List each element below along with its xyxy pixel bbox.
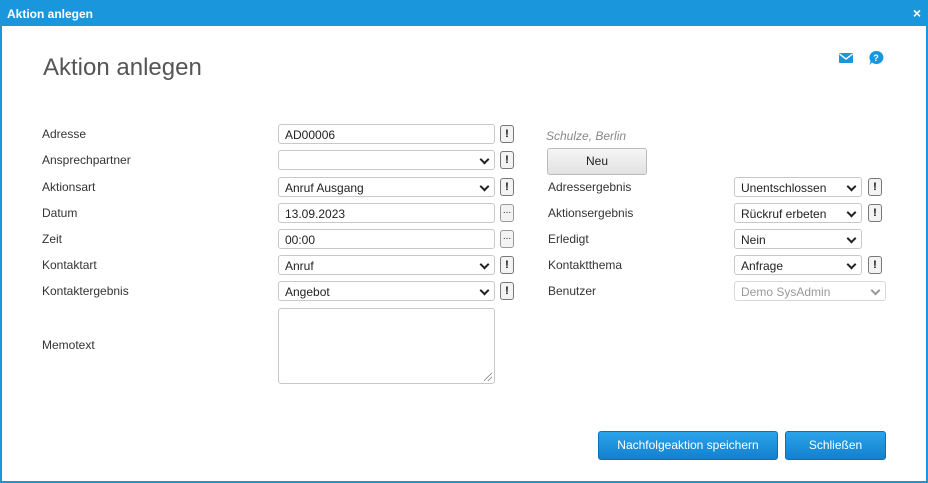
kontaktthema-select[interactable]: Anfrage: [734, 255, 862, 275]
adressergebnis-info-button[interactable]: !: [868, 178, 882, 196]
aktionsergebnis-info-button[interactable]: !: [868, 204, 882, 222]
aktionsart-info-button[interactable]: !: [500, 178, 514, 196]
neu-button[interactable]: Neu: [547, 148, 647, 175]
aktionsergebnis-label: Aktionsergebnis: [548, 206, 634, 220]
ansprechpartner-select[interactable]: [278, 150, 495, 170]
aktionsart-label: Aktionsart: [42, 180, 96, 194]
memotext-textarea[interactable]: [278, 308, 495, 384]
close-icon[interactable]: ×: [913, 6, 921, 20]
memotext-label: Memotext: [42, 338, 95, 352]
zeit-picker-button[interactable]: ...: [500, 230, 514, 248]
adresse-hint: Schulze, Berlin: [546, 129, 627, 143]
zeit-label: Zeit: [42, 232, 63, 246]
kontaktart-select[interactable]: Anruf: [278, 255, 495, 275]
adresse-info-button[interactable]: !: [500, 125, 514, 143]
adressergebnis-select[interactable]: Unentschlossen: [734, 177, 862, 197]
adresse-input[interactable]: AD00006: [278, 124, 495, 144]
resize-grip-icon[interactable]: [484, 373, 492, 381]
kontaktergebnis-label: Kontaktergebnis: [42, 284, 129, 298]
erledigt-label: Erledigt: [548, 232, 589, 246]
help-icon[interactable]: ?: [868, 50, 884, 66]
svg-text:?: ?: [873, 53, 879, 63]
datum-label: Datum: [42, 206, 78, 220]
kontaktthema-label: Kontaktthema: [548, 258, 623, 272]
kontaktergebnis-info-button[interactable]: !: [500, 282, 514, 300]
save-followup-button[interactable]: Nachfolgeaktion speichern: [598, 431, 778, 460]
title-bar: Aktion anlegen ×: [2, 2, 926, 26]
zeit-input[interactable]: 00:00: [278, 229, 495, 249]
kontaktergebnis-select[interactable]: Angebot: [278, 281, 495, 301]
kontaktart-info-button[interactable]: !: [500, 256, 514, 274]
mail-icon[interactable]: [838, 50, 854, 66]
aktionsergebnis-select[interactable]: Rückruf erbeten: [734, 203, 862, 223]
ansprechpartner-info-button[interactable]: !: [500, 151, 514, 169]
erledigt-select[interactable]: Nein: [734, 229, 862, 249]
datum-input[interactable]: 13.09.2023: [278, 203, 495, 223]
kontaktthema-info-button[interactable]: !: [868, 256, 882, 274]
aktionsart-select[interactable]: Anruf Ausgang: [278, 177, 495, 197]
adresse-label: Adresse: [42, 127, 87, 141]
benutzer-label: Benutzer: [548, 284, 597, 298]
ansprechpartner-label: Ansprechpartner: [42, 153, 131, 167]
benutzer-select: Demo SysAdmin: [734, 281, 886, 301]
window-title: Aktion anlegen: [7, 7, 94, 21]
dialog-window: Aktion anlegen × Aktion anlegen ? Adress…: [0, 0, 928, 483]
datum-picker-button[interactable]: ...: [500, 204, 514, 222]
close-button[interactable]: Schließen: [785, 431, 886, 460]
page-title: Aktion anlegen: [43, 54, 202, 81]
kontaktart-label: Kontaktart: [42, 258, 97, 272]
adressergebnis-label: Adressergebnis: [548, 180, 632, 194]
